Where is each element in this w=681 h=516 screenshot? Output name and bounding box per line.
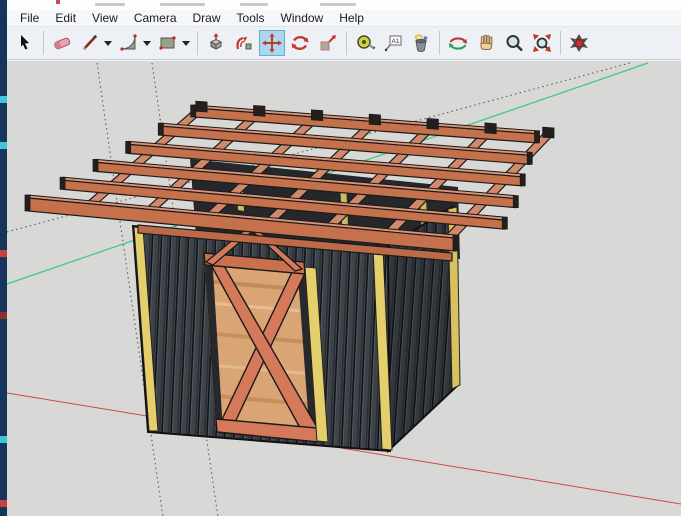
- toolbar-separator: [197, 31, 198, 55]
- titlebar-remnant: [0, 0, 681, 10]
- menu-camera[interactable]: Camera: [126, 10, 185, 27]
- line-tool-button[interactable]: [77, 30, 103, 56]
- toolbar-separator: [43, 31, 44, 55]
- sketchup-window: File Edit View Camera Draw Tools Window …: [0, 0, 681, 516]
- edge-tick: [0, 500, 7, 507]
- rectangle-icon: [157, 32, 179, 54]
- move-tool-button[interactable]: [259, 30, 285, 56]
- toolbar-separator: [346, 31, 347, 55]
- zoom-tool-button[interactable]: [501, 30, 527, 56]
- follow-me-tool-button[interactable]: [231, 30, 257, 56]
- menu-window[interactable]: Window: [273, 10, 332, 27]
- roof-frame: [25, 101, 554, 251]
- menu-view[interactable]: View: [84, 10, 126, 27]
- titlebar-mark: [320, 3, 356, 6]
- zoom-icon: [503, 32, 525, 54]
- titlebar-logo-fragment: [56, 0, 60, 4]
- edge-tick: [0, 250, 7, 257]
- pan-hand-icon: [475, 32, 497, 54]
- orbit-icon: [447, 32, 469, 54]
- titlebar-mark: [240, 3, 268, 6]
- rectangle-tool-dropdown[interactable]: [182, 41, 190, 46]
- menu-file[interactable]: File: [12, 10, 47, 27]
- line-tool-dropdown[interactable]: [104, 41, 112, 46]
- follow-me-icon: [233, 32, 255, 54]
- edge-tick: [0, 142, 7, 149]
- toolbar-separator: [439, 31, 440, 55]
- select-icon: [14, 32, 36, 54]
- menu-bar: File Edit View Camera Draw Tools Window …: [7, 10, 681, 27]
- menu-draw[interactable]: Draw: [185, 10, 229, 27]
- edge-tick: [0, 96, 7, 103]
- pan-tool-button[interactable]: [473, 30, 499, 56]
- edge-tick: [0, 436, 7, 443]
- push-pull-icon: [205, 32, 227, 54]
- arc-tool-button[interactable]: [116, 30, 142, 56]
- select-tool-button[interactable]: [12, 30, 38, 56]
- background-window-edge: [0, 0, 7, 516]
- rotate-tool-button[interactable]: [287, 30, 313, 56]
- plugin-tool-button[interactable]: [566, 30, 592, 56]
- rectangle-tool-button[interactable]: [155, 30, 181, 56]
- push-pull-tool-button[interactable]: [203, 30, 229, 56]
- pencil-icon: [79, 32, 101, 54]
- model-canvas: [7, 61, 681, 516]
- paint-bucket-tool-button[interactable]: [408, 30, 434, 56]
- menu-help[interactable]: Help: [331, 10, 372, 27]
- eraser-icon: [51, 32, 73, 54]
- scale-tool-button[interactable]: [315, 30, 341, 56]
- text-tool-button[interactable]: A1: [380, 30, 406, 56]
- toolbar: A1: [7, 27, 681, 60]
- toolbar-separator: [560, 31, 561, 55]
- arc-icon: [118, 32, 140, 54]
- rotate-icon: [289, 32, 311, 54]
- menu-tools[interactable]: Tools: [229, 10, 273, 27]
- orbit-tool-button[interactable]: [445, 30, 471, 56]
- scale-icon: [317, 32, 339, 54]
- zoom-extents-icon: [531, 32, 553, 54]
- edge-tick: [0, 312, 7, 319]
- zoom-extents-tool-button[interactable]: [529, 30, 555, 56]
- viewport-3d[interactable]: [7, 60, 681, 516]
- titlebar-mark: [160, 3, 205, 6]
- paint-bucket-icon: [410, 32, 432, 54]
- shed-model: [25, 101, 554, 451]
- move-icon: [261, 32, 283, 54]
- tape-measure-tool-button[interactable]: [352, 30, 378, 56]
- tape-measure-icon: [354, 32, 376, 54]
- svg-text:A1: A1: [392, 38, 400, 45]
- text-icon: A1: [382, 32, 404, 54]
- titlebar-mark: [95, 3, 125, 6]
- eraser-tool-button[interactable]: [49, 30, 75, 56]
- arc-tool-dropdown[interactable]: [143, 41, 151, 46]
- menu-edit[interactable]: Edit: [47, 10, 84, 27]
- plugin-icon: [568, 32, 590, 54]
